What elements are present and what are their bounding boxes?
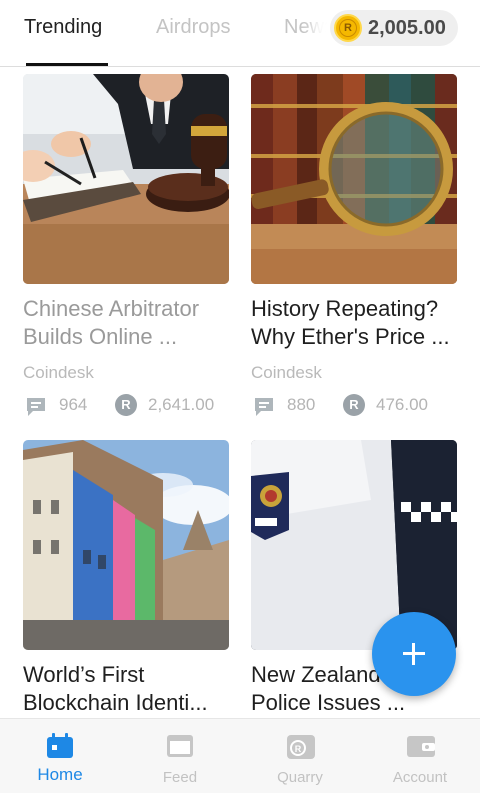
- quarry-icon: R: [287, 735, 315, 759]
- balance-pill[interactable]: R 2,005.00: [330, 10, 458, 46]
- nav-feed-label: Feed: [162, 769, 198, 786]
- nav-account-label: Account: [392, 769, 448, 786]
- article-title[interactable]: World’s First Blockchain Identi...: [23, 661, 237, 717]
- tab-trending[interactable]: Trending: [24, 16, 102, 39]
- tab-news[interactable]: News: [284, 16, 334, 39]
- nav-home[interactable]: Home: [0, 719, 120, 793]
- feed-icon: [167, 735, 193, 757]
- nav-account[interactable]: Account: [360, 719, 480, 793]
- nav-quarry-label: Quarry: [277, 769, 323, 786]
- top-tab-bar: Trending Airdrops News R 2,005.00: [0, 0, 480, 67]
- coin-reward: 476.00: [376, 395, 428, 414]
- nav-quarry[interactable]: R Quarry: [240, 719, 360, 793]
- r-coin-icon: R: [343, 394, 365, 416]
- comment-count: 964: [59, 395, 88, 414]
- article-card[interactable]: History Repeating? Why Ether's Price ...…: [251, 74, 457, 416]
- svg-text:R: R: [295, 744, 302, 754]
- plus-icon: [372, 612, 456, 696]
- nav-feed[interactable]: Feed: [120, 719, 240, 793]
- wallet-icon: [407, 736, 435, 757]
- add-button[interactable]: [372, 612, 456, 696]
- article-source: Coindesk: [251, 363, 322, 382]
- coin-icon: R: [334, 14, 362, 42]
- article-source: Coindesk: [23, 363, 94, 382]
- coin-reward: 2,641.00: [148, 395, 215, 414]
- article-card[interactable]: World’s First Blockchain Identi...: [23, 440, 229, 715]
- article-stats: 964 R 2,641.00: [23, 394, 237, 418]
- article-stats: 880 R 476.00: [251, 394, 465, 418]
- balance-amount: 2,005.00: [368, 17, 446, 39]
- gavel-signing-photo: [23, 74, 229, 284]
- colorful-street-photo: [23, 440, 229, 650]
- comment-count: 880: [287, 395, 316, 414]
- article-title[interactable]: History Repeating? Why Ether's Price ...: [251, 295, 465, 351]
- article-title[interactable]: Chinese Arbitrator Builds Online ...: [23, 295, 237, 351]
- r-coin-icon: R: [115, 394, 137, 416]
- bottom-navigation: Home Feed R Quarry Account: [0, 718, 480, 793]
- article-card[interactable]: Chinese Arbitrator Builds Online ... Coi…: [23, 74, 229, 416]
- nav-home-label: Home: [37, 765, 83, 784]
- magnifying-glass-books-photo: [251, 74, 457, 284]
- comment-icon: [255, 398, 273, 416]
- tab-airdrops[interactable]: Airdrops: [156, 16, 230, 39]
- comment-icon: [27, 398, 45, 416]
- calendar-icon: [47, 733, 73, 758]
